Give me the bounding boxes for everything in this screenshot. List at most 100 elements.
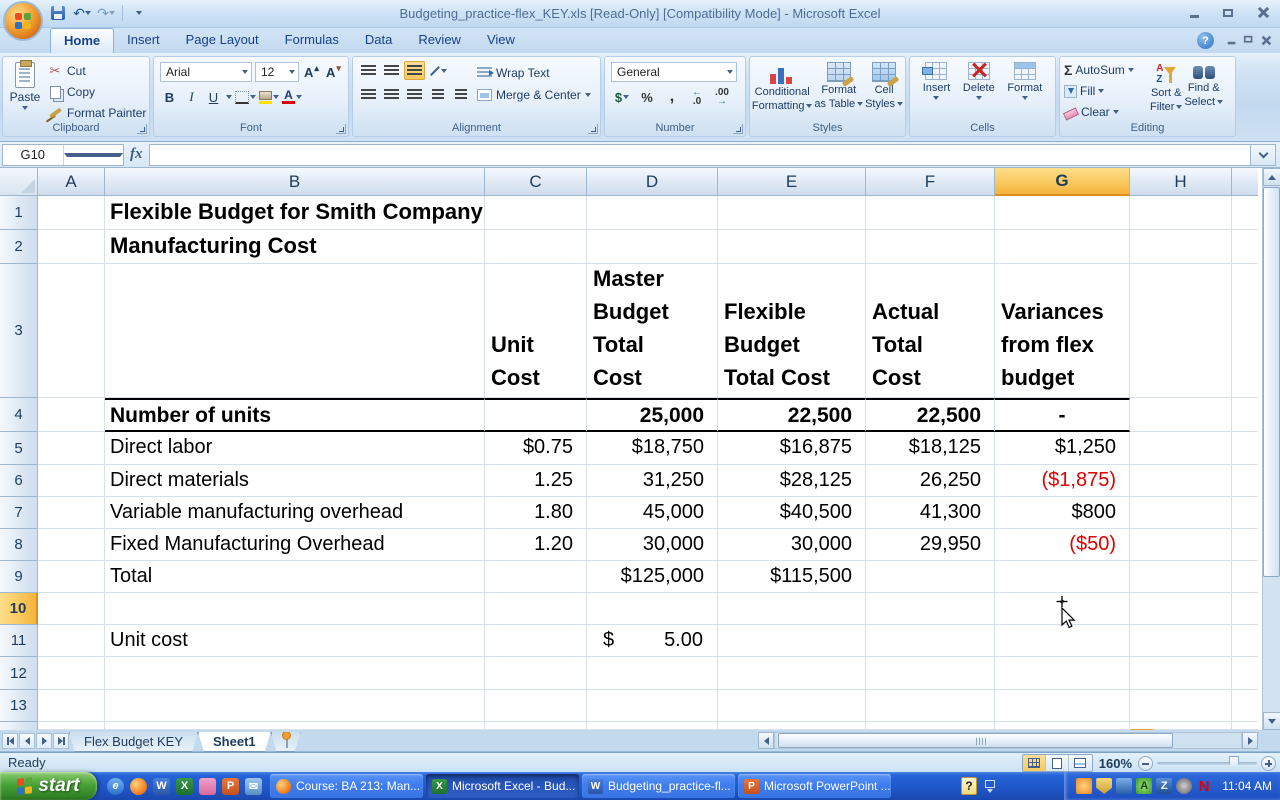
row-header-7[interactable]: 7	[0, 497, 38, 529]
cell-B11[interactable]: Unit cost	[105, 625, 485, 657]
cell-A11[interactable]	[38, 625, 105, 657]
cell-G2[interactable]	[995, 230, 1130, 264]
keys-icon[interactable]	[199, 777, 216, 795]
cell-H3[interactable]	[1130, 264, 1232, 398]
powerpoint-icon[interactable]: P	[222, 777, 239, 795]
cell-A10[interactable]	[38, 593, 105, 625]
word-icon[interactable]: W	[153, 777, 170, 795]
cell-A12[interactable]	[38, 657, 105, 690]
cell-G1[interactable]	[995, 196, 1130, 230]
help-tray-icon[interactable]: ?	[961, 777, 977, 795]
cell-G8[interactable]: ($50)	[995, 529, 1130, 561]
underline-dropdown-arrow[interactable]	[226, 95, 232, 99]
cell-F4[interactable]: 22,500	[866, 398, 995, 432]
firefox-icon[interactable]	[130, 777, 147, 795]
excel-icon[interactable]: X	[176, 777, 193, 795]
cell-D3[interactable]: Master Budget Total Cost	[587, 264, 718, 398]
normal-view-button[interactable]	[1022, 755, 1046, 771]
messenger-tray-icon[interactable]	[1076, 778, 1093, 794]
cell-G5[interactable]: $1,250	[995, 432, 1130, 465]
row-header-13[interactable]: 13	[0, 690, 38, 722]
column-header-b[interactable]: B	[105, 168, 485, 196]
cell-A8[interactable]	[38, 529, 105, 561]
start-button[interactable]: start	[0, 772, 97, 800]
cell-F11[interactable]	[866, 625, 995, 657]
novell-tray-icon[interactable]: N	[1196, 778, 1212, 795]
zip-tray-icon[interactable]: Z	[1156, 778, 1173, 794]
sheet-tab-flex-budget-key[interactable]: Flex Budget KEY	[69, 732, 198, 752]
cell-C7[interactable]: 1.80	[485, 497, 587, 529]
cell-B7[interactable]: Variable manufacturing overhead	[105, 497, 485, 529]
delete-cells-button[interactable]: Delete	[963, 60, 995, 121]
align-bottom-button[interactable]	[404, 61, 425, 80]
format-cells-button[interactable]: Format	[1007, 60, 1042, 121]
vertical-scroll-thumb[interactable]	[1263, 187, 1280, 577]
font-color-button[interactable]: A	[282, 87, 302, 107]
decrease-indent-button[interactable]	[427, 85, 448, 104]
cell-D8[interactable]: 30,000	[587, 529, 718, 561]
cell-F7[interactable]: 41,300	[866, 497, 995, 529]
vertical-scrollbar[interactable]	[1262, 168, 1280, 730]
row-header-11[interactable]: 11	[0, 625, 38, 657]
cell-H9[interactable]	[1130, 561, 1232, 593]
row-header-2[interactable]: 2	[0, 230, 38, 264]
cell-G11[interactable]	[995, 625, 1130, 657]
italic-button[interactable]: I	[182, 87, 201, 107]
cell-E5[interactable]: $16,875	[718, 432, 866, 465]
internet-explorer-icon[interactable]: e	[107, 777, 124, 795]
horizontal-scrollbar[interactable]	[758, 732, 1258, 749]
column-header-c[interactable]: C	[485, 168, 587, 196]
cut-button[interactable]: ✂ Cut	[47, 63, 146, 80]
row-header-1[interactable]: 1	[0, 196, 38, 230]
cell-C5[interactable]: $0.75	[485, 432, 587, 465]
minimize-button[interactable]	[1184, 5, 1204, 20]
first-sheet-button[interactable]	[2, 732, 18, 749]
insert-function-icon[interactable]: fx	[130, 146, 143, 163]
cell-D9[interactable]: $125,000	[587, 561, 718, 593]
cell-E2[interactable]	[718, 230, 866, 264]
cell-D7[interactable]: 45,000	[587, 497, 718, 529]
cell-E1[interactable]	[718, 196, 866, 230]
last-sheet-button[interactable]	[53, 732, 69, 749]
cell-E10[interactable]	[718, 593, 866, 625]
column-header-g-selected[interactable]: G	[995, 168, 1130, 196]
cell-B6[interactable]: Direct materials	[105, 465, 485, 497]
toolbar-toggle-icon[interactable]	[985, 779, 995, 793]
cell-F6[interactable]: 26,250	[866, 465, 995, 497]
find-select-button[interactable]: Find & Select	[1184, 61, 1224, 121]
copy-button[interactable]: Copy	[47, 84, 146, 101]
cell-G9[interactable]	[995, 561, 1130, 593]
cell-C4[interactable]	[485, 398, 587, 432]
row-header-9[interactable]: 9	[0, 561, 38, 593]
cell-E12[interactable]	[718, 657, 866, 690]
font-dialog-launcher[interactable]	[336, 124, 346, 134]
cell-E3[interactable]: Flexible Budget Total Cost	[718, 264, 866, 398]
underline-button[interactable]: U	[204, 87, 223, 107]
orientation-button[interactable]	[427, 61, 448, 80]
row-header-8[interactable]: 8	[0, 529, 38, 561]
sheet-tab-sheet1-active[interactable]: Sheet1	[198, 732, 271, 752]
column-header-e[interactable]: E	[718, 168, 866, 196]
decrease-decimal-button[interactable]: .00 →	[711, 87, 733, 107]
cell-C6[interactable]: 1.25	[485, 465, 587, 497]
conditional-formatting-button[interactable]: Conditional Formatting	[752, 60, 813, 121]
row-header-6[interactable]: 6	[0, 465, 38, 497]
cell-A5[interactable]	[38, 432, 105, 465]
percent-format-button[interactable]: %	[636, 87, 658, 107]
cell-B2[interactable]: Manufacturing Cost	[105, 230, 485, 264]
align-top-button[interactable]	[358, 61, 379, 80]
cell-D12[interactable]	[587, 657, 718, 690]
cell-G6[interactable]: ($1,875)	[995, 465, 1130, 497]
row-header-12[interactable]: 12	[0, 657, 38, 690]
tab-formulas[interactable]: Formulas	[272, 28, 352, 53]
scroll-right-button[interactable]	[1242, 732, 1258, 749]
tab-data[interactable]: Data	[352, 28, 405, 53]
format-as-table-button[interactable]: Format as Table	[814, 60, 864, 121]
tab-page-layout[interactable]: Page Layout	[173, 28, 272, 53]
taskbar-button-powerpoint[interactable]: P Microsoft PowerPoint ...	[738, 774, 891, 798]
clipboard-dialog-launcher[interactable]	[137, 124, 147, 134]
autosum-button[interactable]: Σ AutoSum	[1064, 61, 1148, 79]
workbook-close-icon[interactable]	[1261, 36, 1270, 45]
cell-A7[interactable]	[38, 497, 105, 529]
font-size-combo[interactable]: 12	[255, 62, 299, 82]
